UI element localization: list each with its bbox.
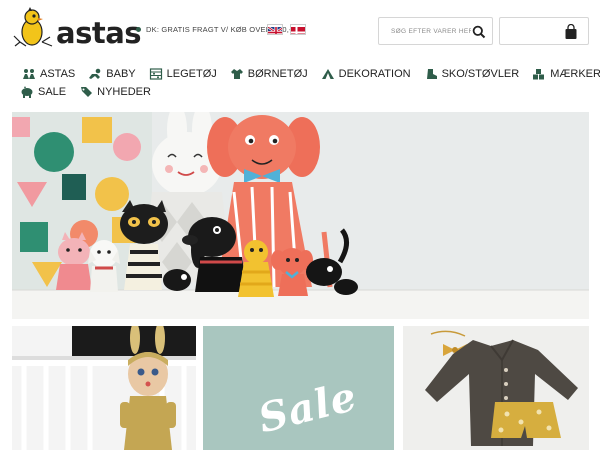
search-box — [378, 17, 493, 45]
nav-item-dekoration[interactable]: DEKORATION — [321, 68, 411, 80]
category-tile-clothing[interactable] — [403, 326, 589, 450]
nav-item-label: MÆRKER — [550, 68, 600, 80]
uk-flag-icon[interactable] — [267, 24, 283, 35]
nav-item-legetoj[interactable]: LEGETØJ — [149, 68, 217, 80]
crochet-dolls-image — [12, 112, 589, 319]
tag-icon — [81, 87, 93, 97]
bird-logo-icon — [13, 7, 53, 47]
search-button[interactable] — [472, 25, 486, 39]
nav-item-label: LEGETØJ — [166, 68, 217, 80]
kids-icon — [23, 69, 35, 79]
baby-icon — [89, 68, 101, 79]
toy-icon — [149, 68, 162, 80]
nav-row-primary: ASTAS BABY LEGETØJ BØRNETØJ DEKORATION S… — [22, 66, 600, 82]
nav-item-bornetoj[interactable]: BØRNETØJ — [230, 68, 308, 80]
nav-item-sale[interactable]: SALE — [20, 86, 66, 98]
nav-item-sko-stovler[interactable]: SKO/STØVLER — [424, 68, 520, 80]
nav-row-secondary: SALE NYHEDER — [20, 84, 592, 100]
search-icon — [472, 25, 486, 39]
nav-item-nyheder[interactable]: NYHEDER — [79, 86, 151, 98]
sale-tile[interactable]: Sale — [203, 326, 394, 450]
shopping-bag-icon — [565, 24, 577, 39]
category-tile-dolls[interactable] — [12, 326, 196, 450]
boot-icon — [426, 69, 437, 79]
main-navigation: ASTAS BABY LEGETØJ BØRNETØJ DEKORATION S… — [20, 66, 600, 100]
pig-icon — [21, 86, 33, 98]
site-logo[interactable]: astas — [12, 6, 142, 50]
nav-item-label: BABY — [106, 68, 136, 80]
cart-button[interactable] — [499, 17, 589, 45]
nav-item-label: SKO/STØVLER — [441, 68, 520, 80]
bunny-doll-image — [12, 326, 196, 450]
site-header: astas DK: GRATIS FRAGT V/ KØB OVER 600,- — [0, 0, 600, 62]
shirt-icon — [230, 69, 243, 79]
nav-item-astas[interactable]: ASTAS — [22, 68, 75, 80]
nav-item-baby[interactable]: BABY — [88, 68, 136, 80]
blocks-icon — [533, 69, 545, 80]
search-input[interactable] — [379, 18, 471, 44]
nav-item-maerker[interactable]: MÆRKER — [532, 68, 600, 80]
sale-tile-label: Sale — [253, 372, 362, 443]
bullet-dot-icon — [136, 27, 141, 32]
nav-item-label: ASTAS — [40, 68, 76, 80]
tent-icon — [321, 69, 334, 79]
nav-item-label: SALE — [38, 86, 67, 98]
hero-banner-image[interactable] — [12, 112, 589, 319]
danish-flag-icon[interactable] — [290, 24, 306, 35]
nav-item-label: DEKORATION — [338, 68, 411, 80]
nav-item-label: NYHEDER — [97, 86, 151, 98]
nav-item-label: BØRNETØJ — [247, 68, 308, 80]
knit-cardigan-image — [403, 326, 589, 450]
brand-name: astas — [56, 16, 142, 50]
